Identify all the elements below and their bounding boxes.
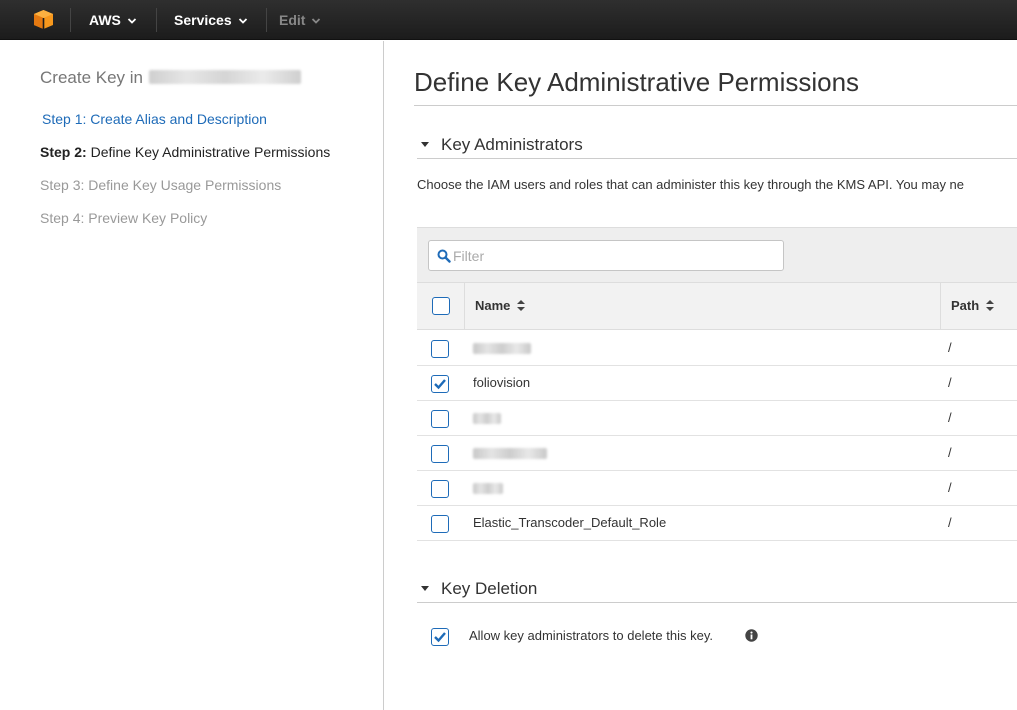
edit-menu[interactable]: Edit xyxy=(279,0,321,40)
step-3-label: Step 3: Define Key Usage Permissions xyxy=(40,177,282,193)
row-checkbox[interactable] xyxy=(431,410,449,428)
path-column-label: Path xyxy=(951,298,980,313)
row-path: / xyxy=(948,445,952,460)
nav-divider xyxy=(156,8,157,32)
administrators-table: Name Path / foliovision / / / xyxy=(417,227,1017,541)
title-divider xyxy=(414,105,1017,106)
select-all-checkbox[interactable] xyxy=(432,297,450,315)
chevron-down-icon xyxy=(312,18,321,25)
sort-icon xyxy=(517,300,526,311)
services-menu-label: Services xyxy=(174,12,232,28)
nav-divider xyxy=(266,8,267,32)
sidebar-title: Create Key in xyxy=(40,68,301,88)
key-administrators-toggle[interactable]: Key Administrators xyxy=(417,135,583,155)
wizard-sidebar: Create Key in Step 1: Create Alias and D… xyxy=(0,41,384,710)
table-row[interactable]: / xyxy=(417,331,1017,366)
key-administrators-heading: Key Administrators xyxy=(441,135,583,154)
row-checkbox-checked[interactable] xyxy=(431,375,449,393)
step-2-prefix: Step 2: xyxy=(40,144,87,160)
column-divider xyxy=(940,283,941,330)
redacted-user-name xyxy=(473,483,503,494)
info-icon[interactable] xyxy=(745,629,758,642)
step-1-link[interactable]: Step 1: Create Alias and Description xyxy=(42,111,267,127)
nav-divider xyxy=(70,8,71,32)
allow-delete-label[interactable]: Allow key administrators to delete this … xyxy=(469,628,713,643)
page-title: Define Key Administrative Permissions xyxy=(414,67,860,97)
key-deletion-toggle[interactable]: Key Deletion xyxy=(417,579,537,599)
section-divider xyxy=(417,158,1017,159)
aws-cube-logo-icon[interactable] xyxy=(33,9,54,30)
checkmark-icon xyxy=(434,379,446,390)
table-row[interactable]: Elastic_Transcoder_Default_Role / xyxy=(417,506,1017,541)
table-header: Name Path xyxy=(417,283,1017,330)
table-row[interactable]: / xyxy=(417,436,1017,471)
allow-delete-checkbox[interactable] xyxy=(431,628,449,646)
row-checkbox[interactable] xyxy=(431,445,449,463)
key-deletion-heading: Key Deletion xyxy=(441,579,538,598)
row-checkbox[interactable] xyxy=(431,480,449,498)
row-user-name: foliovision xyxy=(473,375,531,390)
collapse-triangle-icon xyxy=(421,586,429,591)
row-checkbox[interactable] xyxy=(431,340,449,358)
aws-menu[interactable]: AWS xyxy=(89,0,137,40)
aws-menu-label: AWS xyxy=(89,12,121,28)
admins-description: Choose the IAM users and roles that can … xyxy=(417,177,965,192)
services-menu[interactable]: Services xyxy=(174,0,248,40)
edit-menu-label: Edit xyxy=(279,12,306,28)
name-column-header[interactable]: Name xyxy=(475,298,526,313)
table-row[interactable]: / xyxy=(417,401,1017,436)
redacted-region-name xyxy=(149,70,301,84)
chevron-down-icon xyxy=(127,18,137,25)
sidebar-title-text: Create Key in xyxy=(40,68,143,87)
top-nav-bar: AWS Services Edit xyxy=(0,0,1017,40)
row-path: / xyxy=(948,410,952,425)
step-2-label: Define Key Administrative Permissions xyxy=(86,144,331,160)
checkmark-icon xyxy=(434,632,446,643)
sort-icon xyxy=(986,300,995,311)
main-content: Define Key Administrative Permissions Ke… xyxy=(385,41,1017,710)
column-divider xyxy=(464,283,465,330)
filter-bar xyxy=(417,228,1017,283)
chevron-down-icon xyxy=(238,18,247,25)
redacted-user-name xyxy=(473,343,531,354)
row-path: / xyxy=(948,515,952,530)
table-row[interactable]: foliovision / xyxy=(417,366,1017,401)
step-4-label: Step 4: Preview Key Policy xyxy=(40,210,208,226)
path-column-header[interactable]: Path xyxy=(951,298,995,313)
row-user-name: Elastic_Transcoder_Default_Role xyxy=(473,515,667,530)
redacted-user-name xyxy=(473,413,501,424)
section-divider xyxy=(417,602,1017,603)
filter-box[interactable] xyxy=(428,240,784,271)
search-icon xyxy=(437,249,451,263)
step-2-current: Step 2: Define Key Administrative Permis… xyxy=(40,144,330,160)
row-path: / xyxy=(948,340,952,355)
row-path: / xyxy=(948,480,952,495)
name-column-label: Name xyxy=(475,298,511,313)
filter-input[interactable] xyxy=(453,245,773,267)
row-checkbox[interactable] xyxy=(431,515,449,533)
collapse-triangle-icon xyxy=(421,142,429,147)
table-row[interactable]: / xyxy=(417,471,1017,506)
redacted-user-name xyxy=(473,448,547,459)
row-path: / xyxy=(948,375,952,390)
